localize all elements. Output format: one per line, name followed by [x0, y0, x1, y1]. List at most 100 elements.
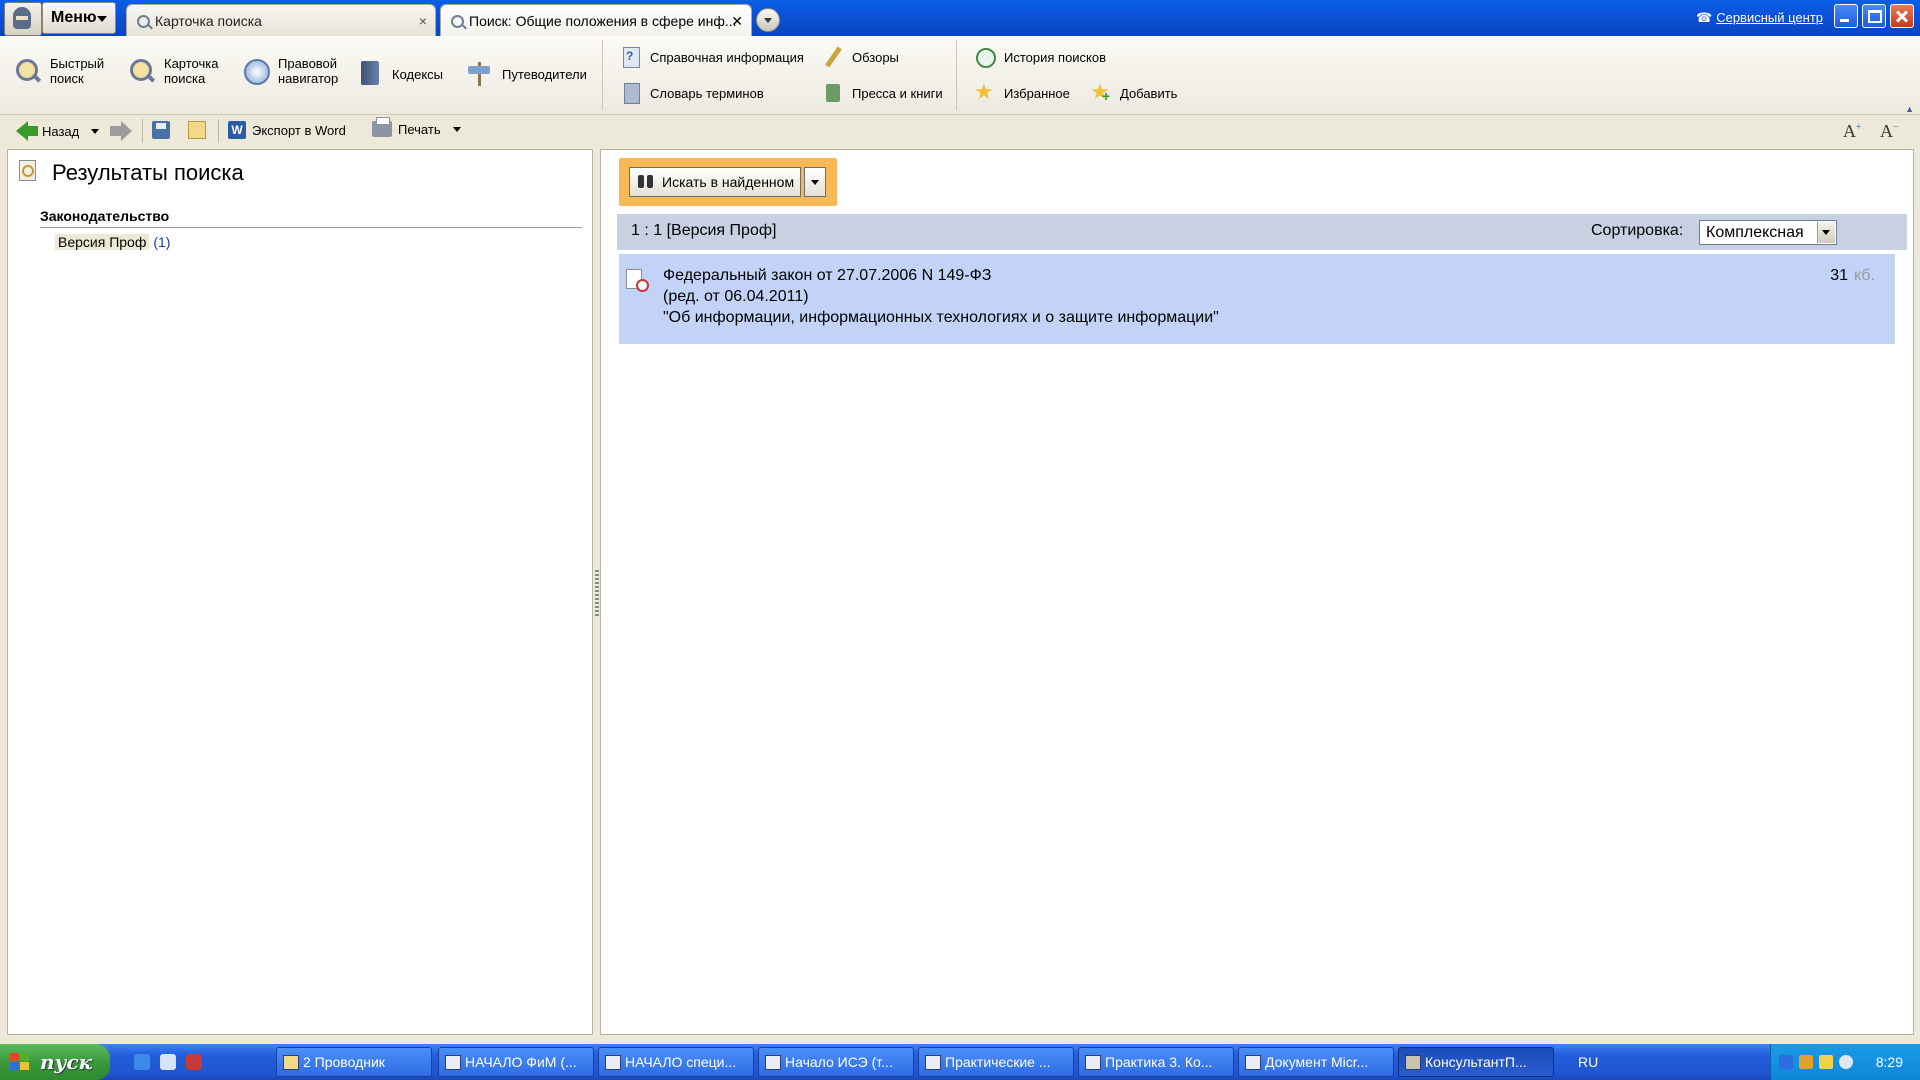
document-size-unit: кб.	[1854, 267, 1875, 284]
maximize-button[interactable]	[1862, 4, 1886, 28]
print-button[interactable]: Печать	[372, 117, 461, 137]
close-window-button[interactable]	[1890, 4, 1914, 28]
add-label: Добавить	[1120, 85, 1178, 101]
word-doc-icon	[765, 1055, 781, 1070]
reference-info-button[interactable]: Справочная информация	[620, 46, 804, 68]
language-indicator[interactable]: RU	[1578, 1054, 1598, 1070]
guides-button[interactable]: Путеводители	[466, 60, 587, 88]
forward-button[interactable]	[110, 121, 132, 141]
quick-search-label-2: поиск	[50, 71, 84, 86]
search-card-label-1: Карточка	[164, 56, 219, 71]
taskbar-item-word[interactable]: Документ Micr...	[1238, 1047, 1394, 1077]
chevron-down-icon	[1817, 222, 1835, 243]
taskbar-item-word[interactable]: Практические ...	[918, 1047, 1074, 1077]
document-size-value: 31	[1830, 267, 1849, 284]
reviews-button[interactable]: Обзоры	[822, 46, 899, 68]
start-label: пуск	[40, 1050, 93, 1074]
tree-item-count: (1)	[153, 234, 171, 250]
taskbar-item-consultant[interactable]: КонсультантП...	[1398, 1047, 1554, 1077]
phone-icon: ☎	[1696, 10, 1713, 25]
export-word-label: Экспорт в Word	[252, 122, 346, 138]
taskbar-item-word[interactable]: НАЧАЛО специ...	[598, 1047, 754, 1077]
close-icon[interactable]: ✕	[731, 5, 743, 36]
font-increase-icon[interactable]: A+	[1843, 121, 1862, 142]
internet-explorer-icon[interactable]	[134, 1054, 150, 1070]
favorites-button[interactable]: Избранное	[974, 79, 1070, 105]
taskbar-item-word[interactable]: НАЧАЛО ФиМ (...	[438, 1047, 594, 1077]
section-heading: Законодательство	[40, 208, 582, 228]
chevron-down-icon[interactable]	[452, 126, 461, 132]
quick-search-button[interactable]: Быстрый поиск	[14, 56, 104, 86]
clock[interactable]: 8:29	[1876, 1054, 1903, 1070]
document-row[interactable]: Федеральный закон от 27.07.2006 N 149-ФЗ…	[619, 254, 1895, 344]
codes-label: Кодексы	[392, 66, 444, 82]
glossary-button[interactable]: Словарь терминов	[620, 82, 764, 104]
toolbar: Назад W Экспорт в Word Печать A+ A−	[0, 115, 1920, 147]
panel-splitter[interactable]	[595, 570, 599, 618]
tree-item-version-prof[interactable]: Версия Проф (1)	[55, 234, 170, 250]
volume-icon[interactable]	[1839, 1055, 1853, 1069]
taskbar-item-label: 2 Проводник	[303, 1054, 385, 1070]
save-button[interactable]	[152, 121, 170, 139]
books-icon	[822, 82, 844, 104]
font-decrease-icon[interactable]: A−	[1880, 121, 1899, 142]
chevron-down-icon	[97, 16, 107, 22]
service-center-link[interactable]: ☎ Сервисный центр	[1696, 10, 1823, 26]
search-in-found-label: Искать в найденном	[662, 174, 795, 190]
taskbar-item-word[interactable]: Практика 3. Ко...	[1078, 1047, 1234, 1077]
close-icon[interactable]: ×	[419, 5, 427, 36]
codes-button[interactable]: Кодексы	[356, 60, 443, 88]
folder-icon	[188, 121, 206, 139]
menu-button[interactable]: Меню	[42, 2, 116, 34]
system-tray: 8:29	[1770, 1044, 1920, 1080]
forward-arrow-icon	[110, 121, 132, 141]
result-count: 1 : 1 [Версия Проф]	[631, 222, 777, 239]
press-books-label: Пресса и книги	[852, 85, 943, 101]
word-doc-icon	[605, 1055, 621, 1070]
search-history-button[interactable]: История поисков	[974, 46, 1106, 68]
press-books-button[interactable]: Пресса и книги	[822, 82, 943, 104]
service-center-label: Сервисный центр	[1716, 10, 1824, 25]
sort-select[interactable]: Комплексная	[1699, 220, 1837, 245]
signpost-icon	[466, 60, 494, 88]
chevron-down-icon[interactable]	[91, 128, 100, 134]
network-icon[interactable]	[1799, 1055, 1813, 1069]
word-doc-icon	[1085, 1055, 1101, 1070]
tray-arrow-icon[interactable]	[1779, 1055, 1793, 1069]
search-card-button[interactable]: Карточка поиска	[128, 56, 218, 86]
tab-search-results[interactable]: Поиск: Общие положения в сфере инф... ✕	[440, 4, 752, 36]
title-bar: Меню Карточка поиска × Поиск: Общие поло…	[0, 0, 1920, 36]
tab-search-card[interactable]: Карточка поиска ×	[126, 4, 436, 36]
binoculars-icon	[638, 175, 654, 189]
search-in-found-button[interactable]: Искать в найденном	[629, 167, 801, 197]
security-alert-icon[interactable]	[1819, 1055, 1833, 1069]
outlook-express-icon[interactable]	[160, 1054, 176, 1070]
tab-label: Карточка поиска	[155, 13, 262, 29]
folder-icon	[283, 1055, 299, 1070]
search-in-found-dropdown[interactable]	[804, 167, 826, 197]
show-desktop-icon[interactable]	[186, 1054, 202, 1070]
consultant-logo-icon	[1405, 1055, 1421, 1070]
floppy-disk-icon	[152, 121, 170, 139]
taskbar-item-word[interactable]: Начало ИСЭ (т...	[758, 1047, 914, 1077]
save-to-folder-button[interactable]	[188, 121, 206, 139]
word-doc-icon	[925, 1055, 941, 1070]
app-logo[interactable]	[4, 2, 42, 36]
back-arrow-icon	[16, 121, 38, 141]
back-button[interactable]: Назад	[16, 121, 100, 141]
start-button[interactable]: пуск	[0, 1044, 110, 1080]
printer-icon	[372, 117, 392, 137]
tab-list-dropdown[interactable]	[756, 8, 780, 32]
ribbon-collapse-icon[interactable]: ▲	[1905, 104, 1914, 114]
minimize-button[interactable]	[1834, 4, 1858, 28]
sort-value: Комплексная	[1706, 224, 1804, 241]
add-favorite-button[interactable]: Добавить	[1090, 79, 1178, 105]
legal-navigator-button[interactable]: Правовой навигатор	[242, 56, 338, 86]
compass-icon	[242, 57, 270, 85]
star-icon	[974, 79, 996, 105]
taskbar-item-explorer[interactable]: 2 Проводник	[276, 1047, 432, 1077]
export-word-button[interactable]: W Экспорт в Word	[228, 121, 346, 139]
back-label: Назад	[42, 123, 80, 139]
star-add-icon	[1090, 79, 1112, 105]
search-in-found-box: Искать в найденном	[619, 158, 837, 206]
